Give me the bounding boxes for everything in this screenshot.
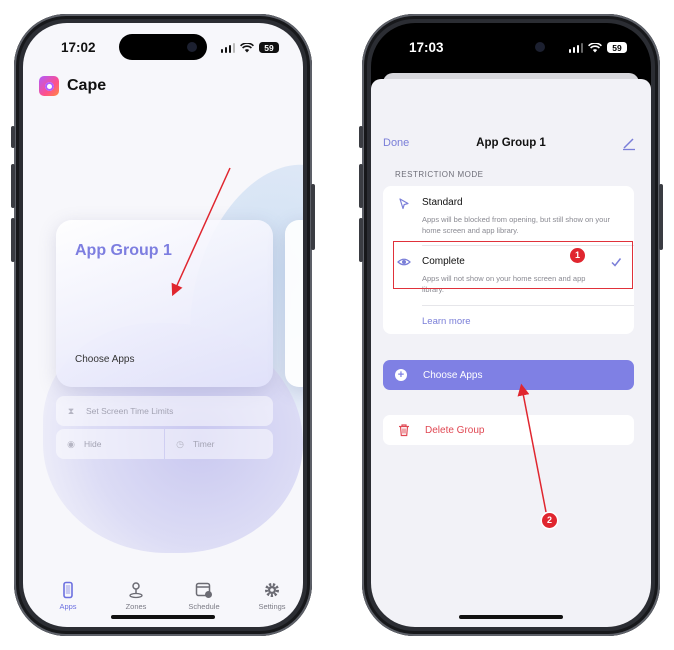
- choose-apps-label[interactable]: Choose Apps: [75, 354, 135, 365]
- nav-title: App Group 1: [476, 137, 546, 149]
- learn-more-link[interactable]: Learn more: [422, 316, 471, 327]
- right-phone: 17:03 59 Done App Group 1 RESTRICTION MO…: [359, 14, 663, 636]
- wifi-icon: [588, 42, 602, 52]
- cape-logo-icon: [39, 76, 59, 96]
- eye-icon: ◉: [67, 438, 75, 449]
- hide-label: Hide: [84, 439, 102, 449]
- tab-schedule[interactable]: Schedule: [179, 581, 229, 611]
- phone-icon: [63, 581, 73, 599]
- set-screen-time-button[interactable]: ⧗ Set Screen Time Limits: [56, 396, 273, 426]
- battery-level: 59: [264, 42, 274, 53]
- next-card-peek[interactable]: [285, 220, 303, 387]
- annotation-badge-2: 2: [542, 513, 557, 528]
- option-description: Apps will be blocked from opening, but s…: [422, 215, 611, 235]
- battery-icon: 59: [607, 42, 627, 53]
- volume-down-button: [359, 218, 363, 262]
- card-title: App Group 1: [75, 242, 172, 259]
- app-group-card[interactable]: App Group 1 Choose Apps: [56, 220, 273, 387]
- tab-label: Settings: [258, 602, 286, 611]
- volume-down-button: [11, 218, 15, 262]
- action-button: [359, 126, 363, 148]
- home-indicator[interactable]: [459, 615, 563, 619]
- left-phone: 17:02 59 Cape App Group 1 Choose Apps ⧗ …: [11, 14, 315, 636]
- battery-icon: 59: [259, 42, 279, 53]
- annotation-highlight-box: [393, 241, 633, 289]
- app-title: Cape: [67, 77, 107, 94]
- left-screen: 17:02 59 Cape App Group 1 Choose Apps ⧗ …: [23, 23, 303, 627]
- action-button: [11, 126, 15, 148]
- hide-button[interactable]: ◉ Hide: [56, 429, 164, 459]
- option-title: Standard: [422, 197, 463, 208]
- power-button: [659, 184, 663, 250]
- group-actions: ⧗ Set Screen Time Limits ◉ Hide ◷ Timer: [56, 396, 273, 459]
- choose-apps-button[interactable]: + Choose Apps: [383, 360, 634, 390]
- tab-label: Apps: [59, 602, 77, 611]
- wifi-icon: [240, 42, 254, 52]
- action-row: ◉ Hide ◷ Timer: [56, 429, 273, 459]
- location-pin-icon: [129, 582, 143, 599]
- trash-icon: [399, 424, 409, 437]
- choose-apps-label: Choose Apps: [423, 369, 483, 381]
- annotation-badge-1: 1: [570, 248, 585, 263]
- delete-group-button[interactable]: Delete Group: [383, 415, 634, 445]
- timer-button[interactable]: ◷ Timer: [165, 429, 273, 459]
- app-header: Cape: [39, 76, 106, 96]
- gear-icon: [265, 583, 279, 597]
- dynamic-island: [119, 34, 207, 60]
- volume-up-button: [359, 164, 363, 208]
- tab-zones[interactable]: Zones: [111, 581, 161, 611]
- status-time: 17:02: [61, 40, 96, 55]
- dynamic-island: [467, 34, 555, 60]
- volume-up-button: [11, 164, 15, 208]
- battery-level: 59: [612, 42, 622, 53]
- divider: [422, 305, 634, 306]
- timer-label: Timer: [193, 439, 215, 449]
- tab-settings[interactable]: Settings: [247, 581, 297, 611]
- plus-icon: +: [395, 369, 407, 381]
- tab-apps[interactable]: Apps: [43, 581, 93, 611]
- status-time: 17:03: [409, 40, 444, 55]
- cursor-icon: [399, 198, 409, 210]
- home-indicator[interactable]: [111, 615, 215, 619]
- section-header: RESTRICTION MODE: [395, 170, 484, 179]
- signal-icon: [220, 42, 235, 53]
- calendar-icon: [195, 582, 212, 598]
- tab-label: Schedule: [188, 602, 220, 611]
- right-screen: 17:03 59 Done App Group 1 RESTRICTION MO…: [371, 23, 651, 627]
- hourglass-icon: ⧗: [67, 405, 75, 416]
- pencil-icon[interactable]: [621, 135, 637, 151]
- power-button: [311, 184, 315, 250]
- group-settings-sheet: Done App Group 1 RESTRICTION MODE Standa…: [371, 79, 651, 627]
- clock-icon: ◷: [176, 438, 184, 449]
- tab-label: Zones: [125, 602, 147, 611]
- delete-group-label: Delete Group: [425, 424, 485, 436]
- signal-icon: [568, 42, 583, 53]
- option-standard[interactable]: Standard Apps will be blocked from openi…: [383, 186, 634, 244]
- set-screen-time-label: Set Screen Time Limits: [86, 406, 174, 416]
